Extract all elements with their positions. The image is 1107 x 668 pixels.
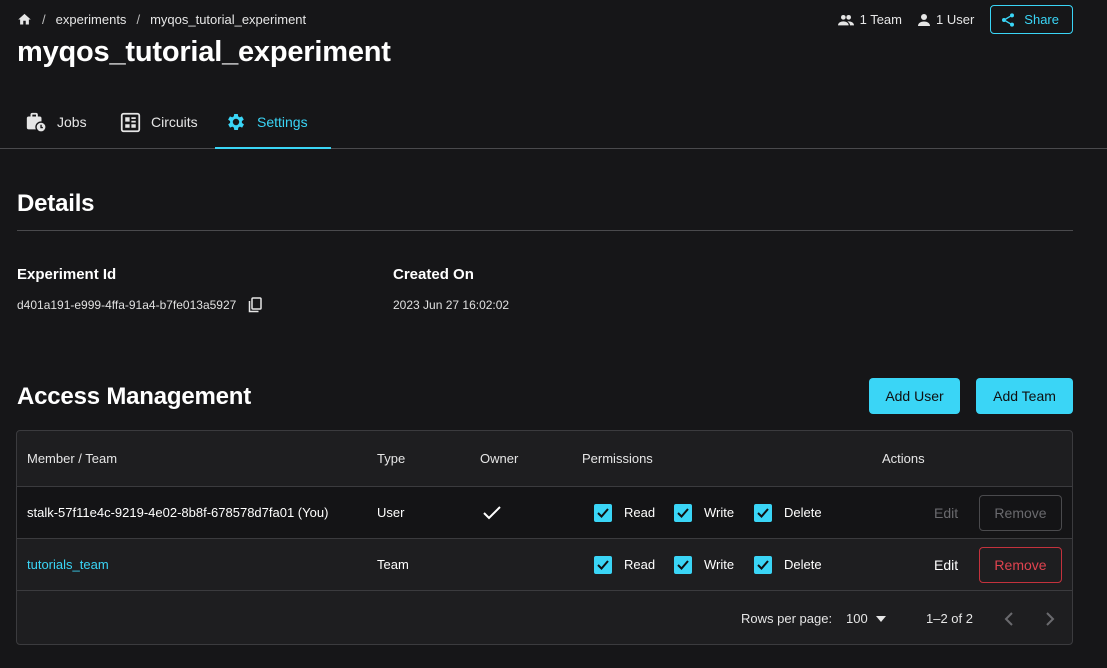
gear-icon: [228, 114, 244, 130]
add-team-button[interactable]: Add Team: [976, 378, 1073, 414]
briefcase-clock-icon: [26, 112, 47, 133]
column-header-type: Type: [377, 451, 406, 466]
details-heading: Details: [17, 190, 95, 217]
column-header-actions: Actions: [882, 451, 925, 466]
chevron-right-icon: [1046, 611, 1055, 626]
member-name: stalk-57f11e4c-9219-4e02-8b8f-678578d7fa…: [27, 505, 329, 520]
created-on-value: 2023 Jun 27 16:02:02: [393, 298, 510, 312]
permission-delete[interactable]: Delete: [754, 487, 822, 538]
permission-label: Write: [704, 505, 735, 520]
permission-read[interactable]: Read: [594, 539, 655, 590]
breadcrumb: / experiments / myqos_tutorial_experimen…: [17, 10, 306, 28]
page: / experiments / myqos_tutorial_experimen…: [0, 0, 1107, 668]
tab-settings-label: Settings: [257, 114, 308, 130]
column-header-permissions: Permissions: [582, 451, 653, 466]
edit-button[interactable]: Edit: [934, 539, 958, 590]
group-icon: [837, 14, 854, 25]
tab-jobs[interactable]: Jobs: [15, 96, 97, 148]
permission-read[interactable]: Read: [594, 487, 655, 538]
checkbox-checked-icon[interactable]: [674, 503, 692, 522]
tab-jobs-label: Jobs: [57, 114, 87, 130]
pagination-range: 1–2 of 2: [926, 611, 973, 626]
add-user-button[interactable]: Add User: [869, 378, 960, 414]
breadcrumb-experiments-link[interactable]: experiments: [56, 12, 127, 27]
member-type: Team: [377, 557, 409, 572]
checkbox-checked-icon[interactable]: [754, 555, 772, 574]
chevron-left-icon: [1004, 611, 1013, 626]
share-icon: [1002, 12, 1015, 27]
share-label: Share: [1024, 12, 1059, 27]
column-header-owner: Owner: [480, 451, 519, 466]
caret-down-icon: [875, 615, 886, 622]
rows-per-page-select[interactable]: 100: [846, 591, 886, 644]
breadcrumb-separator: /: [42, 11, 46, 27]
tab-circuits[interactable]: Circuits: [110, 96, 208, 148]
remove-button[interactable]: Remove: [979, 495, 1062, 531]
created-on-label: Created On: [393, 266, 474, 283]
access-table: Member / Team Type Owner Permissions Act…: [16, 430, 1073, 645]
header-actions: 1 Team 1 User Share: [837, 5, 1073, 34]
page-title: myqos_tutorial_experiment: [17, 36, 391, 68]
experiment-id-label: Experiment Id: [17, 266, 117, 283]
previous-page-button[interactable]: [1004, 591, 1014, 644]
checkbox-checked-icon[interactable]: [754, 503, 772, 522]
permission-label: Write: [704, 557, 735, 572]
table-row: stalk-57f11e4c-9219-4e02-8b8f-678578d7fa…: [17, 487, 1072, 539]
check-icon: [483, 505, 501, 519]
experiment-id-value: d401a191-e999-4ffa-91a4-b7fe013a5927: [17, 298, 237, 312]
member-name-link[interactable]: tutorials_team: [27, 539, 109, 590]
permission-label: Delete: [784, 557, 822, 572]
breadcrumb-current: myqos_tutorial_experiment: [150, 11, 307, 27]
team-count: 1 Team: [837, 12, 902, 27]
checkbox-checked-icon[interactable]: [594, 555, 612, 574]
owner-cell: [483, 487, 501, 538]
home-icon[interactable]: [17, 12, 32, 27]
permission-label: Read: [624, 505, 656, 520]
edit-button[interactable]: Edit: [934, 487, 958, 538]
permission-label: Delete: [784, 505, 822, 520]
circuit-board-icon: [120, 112, 141, 132]
user-count: 1 User: [918, 12, 974, 27]
team-count-label: 1 Team: [859, 12, 902, 27]
next-page-button[interactable]: [1045, 591, 1055, 644]
user-count-label: 1 User: [936, 12, 975, 27]
remove-button[interactable]: Remove: [979, 547, 1062, 583]
table-row: tutorials_team Team Read Write Delete Ed…: [17, 539, 1072, 591]
copy-icon[interactable]: [248, 297, 263, 313]
tab-bar: Jobs Circuits Settings: [0, 96, 1107, 149]
rows-per-page-label: Rows per page:: [741, 611, 833, 626]
member-type: User: [377, 505, 405, 520]
details-divider: [17, 230, 1073, 231]
checkbox-checked-icon[interactable]: [674, 555, 692, 574]
person-icon: [918, 13, 930, 26]
access-heading: Access Management: [17, 383, 252, 410]
permission-write[interactable]: Write: [674, 539, 734, 590]
permission-label: Read: [624, 557, 656, 572]
rows-per-page-value: 100: [846, 611, 868, 626]
permission-delete[interactable]: Delete: [754, 539, 822, 590]
column-header-member: Member / Team: [27, 451, 118, 466]
checkbox-checked-icon[interactable]: [594, 503, 612, 522]
permission-write[interactable]: Write: [674, 487, 734, 538]
table-pagination: Rows per page: 100 1–2 of 2: [17, 591, 1072, 644]
share-button[interactable]: Share: [990, 5, 1073, 34]
breadcrumb-separator: /: [136, 11, 141, 27]
tab-settings[interactable]: Settings: [215, 96, 331, 149]
experiment-id-value-row: d401a191-e999-4ffa-91a4-b7fe013a5927: [17, 296, 263, 314]
tab-circuits-label: Circuits: [151, 114, 198, 130]
table-header: Member / Team Type Owner Permissions Act…: [17, 431, 1072, 487]
